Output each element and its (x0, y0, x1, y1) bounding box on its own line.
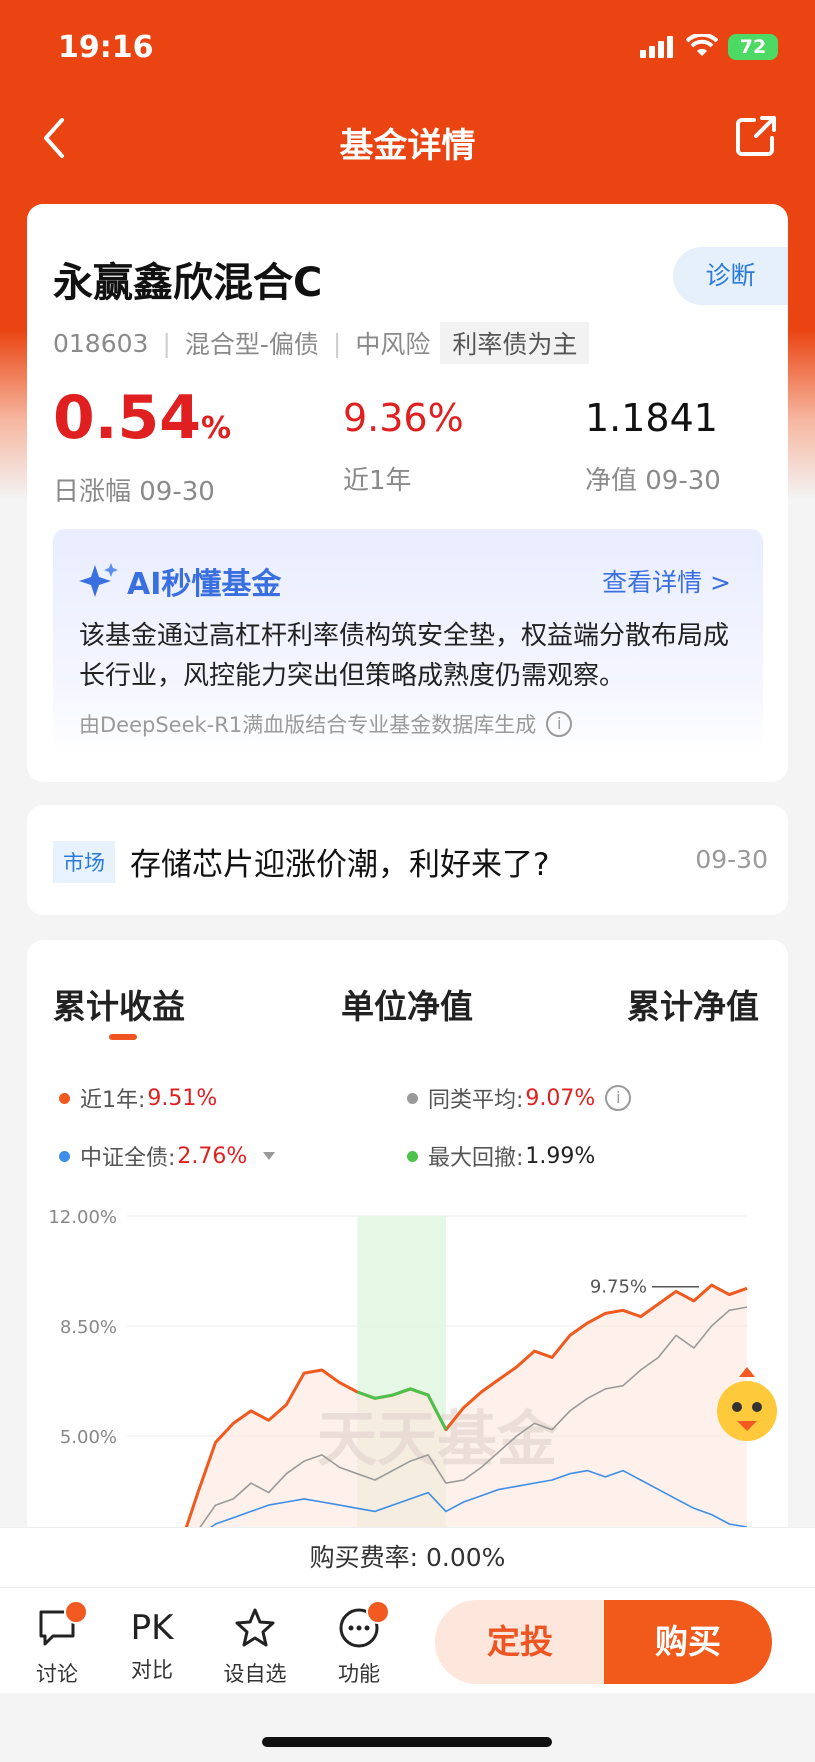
purchase-fee-bar: 购买费率: 0.00% (0, 1527, 815, 1588)
status-bar: 19:16 72 (0, 0, 815, 96)
fund-risk: 中风险 (355, 330, 431, 359)
active-tab-indicator (109, 1034, 137, 1040)
ai-source-text: 由DeepSeek-R1满血版结合专业基金数据库生成 (79, 713, 537, 737)
sip-button[interactable]: 定投 (435, 1600, 605, 1684)
legend-name: 同类平均: (428, 1088, 524, 1113)
status-time: 19:16 (58, 30, 154, 65)
legend-value: 9.51% (147, 1085, 218, 1111)
functions-label: 功能 (338, 1662, 380, 1686)
legend-value: 1.99% (525, 1143, 596, 1169)
legend-value: 9.07% (525, 1085, 596, 1111)
ai-source-note: 由DeepSeek-R1满血版结合专业基金数据库生成 i (79, 709, 573, 739)
legend-dot (59, 1150, 70, 1162)
daily-change-metric: 0.54% 日涨幅 09-30 (53, 382, 231, 508)
daily-change-unit: % (201, 411, 232, 446)
share-icon[interactable] (734, 114, 778, 158)
cellular-signal-icon (640, 36, 673, 58)
ai-summary-text: 该基金通过高杠杆利率债构筑安全垫，权益端分散布局成长行业，风控能力突出但策略成熟… (79, 621, 730, 691)
one-year-metric: 9.36% 近1年 (343, 382, 464, 497)
nav-value: 1.1841 (585, 396, 718, 440)
one-year-value: 9.36% (343, 396, 464, 440)
legend-bond-index[interactable]: 中证全债: 2.76% (59, 1140, 276, 1172)
notification-badge (64, 1600, 88, 1624)
ai-title-text: AI秒懂基金 (127, 567, 282, 602)
y-tick-label: 12.00% (48, 1207, 117, 1228)
legend-value: 2.76% (177, 1143, 248, 1169)
one-year-label: 近1年 (343, 466, 412, 496)
functions-button[interactable]: 功能 (314, 1600, 404, 1688)
daily-change-value: 0.54 (53, 383, 202, 453)
pk-icon: PK (130, 1608, 174, 1648)
dropdown-caret-icon[interactable] (263, 1152, 276, 1160)
legend-name: 近1年: (80, 1088, 146, 1113)
ai-summary-box[interactable]: AI秒懂基金 查看详情 > 该基金通过高杠杆利率债构筑安全垫，权益端分散布局成长… (53, 529, 763, 754)
news-title[interactable]: 存储芯片迎涨价潮，利好来了? (130, 839, 549, 884)
fund-name: 永赢鑫欣混合C (53, 260, 323, 306)
tab-cumulative-return[interactable]: 累计收益 (53, 980, 185, 1028)
info-icon[interactable]: i (546, 711, 573, 737)
fund-meta: 018603 | 混合型-偏债 | 中风险 利率债为主 (53, 322, 590, 364)
sparkle-icon (79, 563, 118, 597)
mascot-icon[interactable] (707, 1365, 787, 1445)
return-line-chart[interactable]: 12.00%8.50%5.00% 天天基金9.75% (27, 1190, 788, 1530)
legend-name: 最大回撤: (428, 1146, 524, 1171)
fund-code: 018603 (53, 328, 149, 358)
bottom-action-bar: 讨论 PK 对比 设自选 功能 定投 购买 (0, 1587, 815, 1694)
legend-dot (59, 1092, 70, 1104)
legend-one-year: 近1年: 9.51% (59, 1082, 217, 1114)
notification-badge (366, 1600, 390, 1624)
discuss-button[interactable]: 讨论 (12, 1600, 102, 1688)
buy-button[interactable]: 购买 (604, 1600, 772, 1684)
navigation-bar: 基金详情 (0, 96, 815, 184)
compare-button[interactable]: PK 对比 (107, 1606, 197, 1684)
tab-accumulated-nav[interactable]: 累计净值 (627, 980, 759, 1028)
star-icon (235, 1608, 275, 1647)
legend-dot (407, 1150, 418, 1162)
fund-tag: 利率债为主 (440, 322, 590, 364)
news-tag: 市场 (53, 841, 115, 883)
wifi-icon (686, 34, 718, 56)
legend-name: 中证全债: (80, 1146, 176, 1171)
legend-category-average: 同类平均: 9.07% i (407, 1082, 632, 1114)
info-icon[interactable]: i (605, 1085, 632, 1111)
divider: | (162, 328, 171, 358)
news-card[interactable]: 市场 存储芯片迎涨价潮，利好来了? 09-30 (27, 805, 788, 915)
page-title: 基金详情 (339, 126, 476, 166)
discuss-label: 讨论 (36, 1662, 78, 1686)
legend-max-drawdown: 最大回撤: 1.99% (407, 1140, 595, 1172)
y-tick-label: 8.50% (60, 1317, 117, 1338)
diagnose-button[interactable]: 诊断 (673, 247, 788, 305)
news-date: 09-30 (695, 845, 768, 874)
nav-metric: 1.1841 净值 09-30 (585, 382, 721, 497)
compare-label: 对比 (131, 1658, 173, 1682)
home-indicator-area (0, 1693, 815, 1762)
battery-icon: 72 (728, 34, 778, 60)
tab-unit-nav[interactable]: 单位净值 (341, 980, 473, 1028)
nav-label: 净值 09-30 (585, 466, 721, 496)
divider: | (332, 328, 342, 358)
add-watchlist-button[interactable]: 设自选 (210, 1606, 300, 1688)
watchlist-label: 设自选 (223, 1662, 287, 1686)
home-indicator[interactable] (262, 1737, 552, 1747)
fund-type: 混合型-偏债 (184, 330, 319, 359)
peak-label: 9.75% (590, 1277, 647, 1298)
ai-view-details-link[interactable]: 查看详情 > (602, 563, 731, 599)
fund-info-card: 永赢鑫欣混合C 诊断 018603 | 混合型-偏债 | 中风险 利率债为主 0… (27, 204, 788, 782)
daily-change-label: 日涨幅 09-30 (53, 477, 215, 507)
legend-dot (407, 1092, 418, 1104)
ai-title: AI秒懂基金 (79, 559, 281, 603)
y-tick-label: 5.00% (60, 1427, 117, 1448)
